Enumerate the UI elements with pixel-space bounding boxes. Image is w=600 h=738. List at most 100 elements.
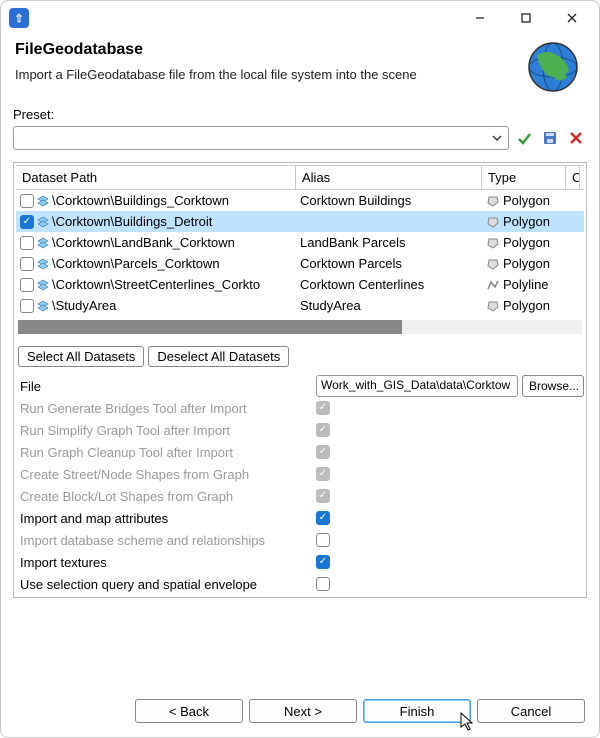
preset-dropdown[interactable]: [13, 126, 509, 150]
header-extra[interactable]: C: [566, 166, 580, 189]
header-alias[interactable]: Alias: [296, 166, 482, 189]
row-alias: LandBank Parcels: [300, 235, 406, 250]
row-path: \Corktown\LandBank_Corktown: [52, 235, 235, 250]
row-alias: Corktown Buildings: [300, 193, 411, 208]
back-button[interactable]: < Back: [135, 699, 243, 723]
file-row: File Work_with_GIS_Data\data\Corktow Bro…: [16, 375, 584, 397]
option-row: Create Block/Lot Shapes from Graph: [16, 485, 584, 507]
check-icon: [516, 130, 532, 146]
scrollbar-thumb[interactable]: [18, 320, 402, 334]
preset-apply-button[interactable]: [513, 127, 535, 149]
option-label: Import and map attributes: [16, 511, 316, 526]
type-icon: [486, 257, 500, 271]
layer-icon: [36, 278, 50, 292]
option-row: Import database scheme and relationships: [16, 529, 584, 551]
row-alias: Corktown Parcels: [300, 256, 402, 271]
preset-save-button[interactable]: [539, 127, 561, 149]
option-label: Import textures: [16, 555, 316, 570]
save-icon: [542, 130, 558, 146]
row-type: Polygon: [503, 214, 550, 229]
dialog-window: ⇧ FileGeodatabase Import a FileGeodataba…: [0, 0, 600, 738]
minimize-button[interactable]: [457, 3, 503, 33]
next-button[interactable]: Next >: [249, 699, 357, 723]
table-row[interactable]: \Corktown\LandBank_Corktown LandBank Parc…: [16, 232, 584, 253]
dialog-header: FileGeodatabase Import a FileGeodatabase…: [1, 35, 599, 99]
header-path[interactable]: Dataset Path: [16, 166, 296, 189]
row-checkbox[interactable]: [20, 299, 34, 313]
row-alias: Corktown Centerlines: [300, 277, 424, 292]
row-type: Polyline: [503, 277, 549, 292]
option-label: Import database scheme and relationships: [16, 533, 316, 548]
wizard-footer: < Back Next > Finish Cancel: [1, 689, 599, 737]
option-checkbox[interactable]: [316, 555, 330, 569]
row-checkbox[interactable]: [20, 257, 34, 271]
preset-delete-button[interactable]: [565, 127, 587, 149]
option-label: Use selection query and spatial envelope: [16, 577, 316, 592]
cancel-button[interactable]: Cancel: [477, 699, 585, 723]
browse-button[interactable]: Browse...: [522, 375, 584, 397]
option-checkbox: [316, 489, 330, 503]
row-alias: StudyArea: [300, 298, 361, 313]
option-label: Run Graph Cleanup Tool after Import: [16, 445, 316, 460]
delete-icon: [569, 131, 583, 145]
row-type: Polygon: [503, 235, 550, 250]
table-row[interactable]: \Corktown\Buildings_Detroit Polygon: [16, 211, 584, 232]
option-row: Run Generate Bridges Tool after Import: [16, 397, 584, 419]
option-row: Run Graph Cleanup Tool after Import: [16, 441, 584, 463]
dialog-subtitle: Import a FileGeodatabase file from the l…: [15, 67, 417, 82]
file-input[interactable]: Work_with_GIS_Data\data\Corktow: [316, 375, 518, 397]
option-row: Create Street/Node Shapes from Graph: [16, 463, 584, 485]
option-checkbox[interactable]: [316, 577, 330, 591]
type-icon: [486, 215, 500, 229]
table-row[interactable]: \Corktown\StreetCenterlines_Corkto Corkto…: [16, 274, 584, 295]
layer-icon: [36, 299, 50, 313]
close-button[interactable]: [549, 3, 595, 33]
option-checkbox: [316, 467, 330, 481]
option-checkbox[interactable]: [316, 511, 330, 525]
row-checkbox[interactable]: [20, 236, 34, 250]
layer-icon: [36, 236, 50, 250]
file-label: File: [16, 379, 316, 394]
option-checkbox[interactable]: [316, 533, 330, 547]
option-row: Import and map attributes: [16, 507, 584, 529]
globe-icon: [527, 41, 579, 93]
table-body: \Corktown\Buildings_CorktownCorktown Bui…: [16, 190, 584, 316]
table-row[interactable]: \Corktown\Parcels_Corktown Corktown Parce…: [16, 253, 584, 274]
option-label: Create Street/Node Shapes from Graph: [16, 467, 316, 482]
type-icon: [486, 236, 500, 250]
app-icon: ⇧: [9, 8, 29, 28]
deselect-all-button[interactable]: Deselect All Datasets: [148, 346, 289, 367]
maximize-button[interactable]: [503, 3, 549, 33]
option-label: Create Block/Lot Shapes from Graph: [16, 489, 316, 504]
table-row[interactable]: \Corktown\Buildings_CorktownCorktown Bui…: [16, 190, 584, 211]
row-type: Polygon: [503, 298, 550, 313]
row-type: Polygon: [503, 256, 550, 271]
row-path: \Corktown\Parcels_Corktown: [52, 256, 220, 271]
row-path: \StudyArea: [52, 298, 116, 313]
table-header: Dataset Path Alias Type C: [16, 165, 584, 190]
select-all-button[interactable]: Select All Datasets: [18, 346, 144, 367]
row-path: \Corktown\StreetCenterlines_Corkto: [52, 277, 260, 292]
dialog-title: FileGeodatabase: [15, 41, 417, 59]
finish-button[interactable]: Finish: [363, 699, 471, 723]
layer-icon: [36, 257, 50, 271]
row-checkbox[interactable]: [20, 278, 34, 292]
preset-section: Preset:: [1, 99, 599, 156]
window-controls: [457, 3, 595, 33]
row-checkbox[interactable]: [20, 215, 34, 229]
table-row[interactable]: \StudyArea StudyArea Polygon: [16, 295, 584, 316]
horizontal-scrollbar[interactable]: [18, 320, 582, 334]
main-panel: Dataset Path Alias Type C \Corktown\Buil…: [13, 162, 587, 598]
chevron-down-icon: [492, 133, 502, 143]
selection-buttons: Select All Datasets Deselect All Dataset…: [16, 340, 584, 367]
options-section: File Work_with_GIS_Data\data\Corktow Bro…: [16, 375, 584, 595]
row-path: \Corktown\Buildings_Detroit: [52, 214, 212, 229]
option-row: Import textures: [16, 551, 584, 573]
row-type: Polygon: [503, 193, 550, 208]
row-checkbox[interactable]: [20, 194, 34, 208]
option-label: Run Simplify Graph Tool after Import: [16, 423, 316, 438]
option-checkbox: [316, 401, 330, 415]
type-icon: [486, 299, 500, 313]
option-label: Run Generate Bridges Tool after Import: [16, 401, 316, 416]
header-type[interactable]: Type: [482, 166, 566, 189]
